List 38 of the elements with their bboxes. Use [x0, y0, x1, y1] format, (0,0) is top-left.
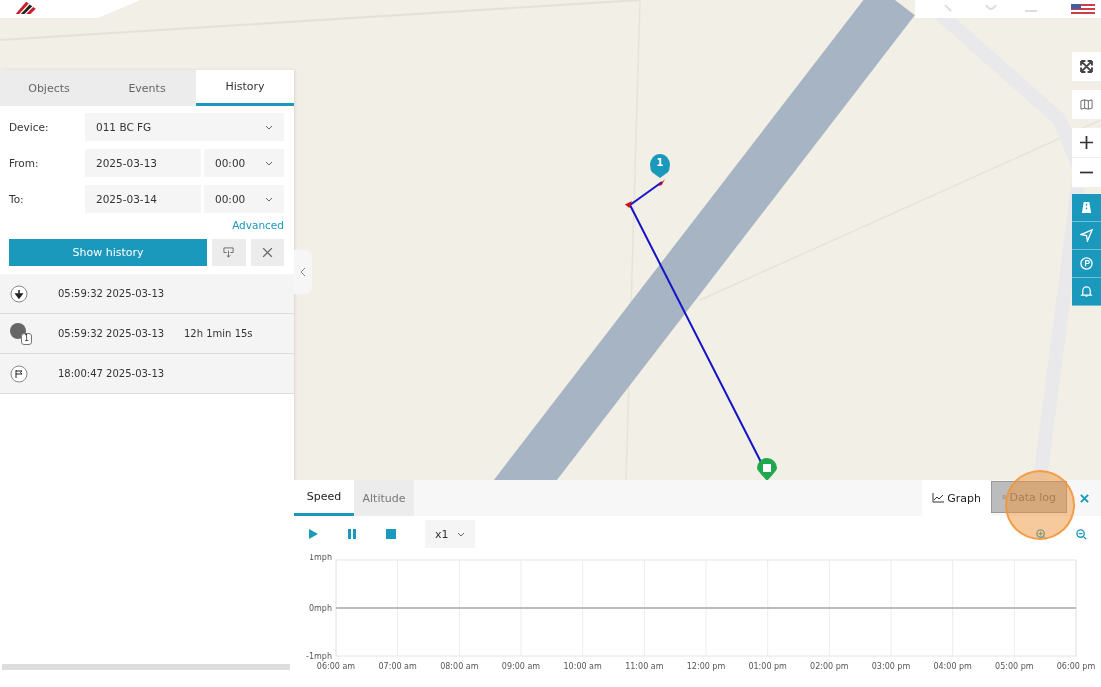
history-event-row[interactable]: 1 05:59:32 2025-03-13 12h 1min 15s — [0, 314, 294, 354]
field-label: From: — [9, 157, 40, 169]
field-label: To: — [9, 193, 25, 205]
event-time: 18:00:47 2025-03-13 — [58, 368, 166, 379]
x-axis-label: 07:00 am — [378, 662, 417, 671]
x-axis-label: 09:00 am — [501, 662, 541, 671]
x-axis-label: 06:00 am — [316, 662, 356, 671]
x-axis-label: 04:00 pm — [933, 662, 972, 671]
y-axis-label: 1mph — [308, 554, 332, 562]
date-field[interactable]: 2025-03-14 — [85, 185, 201, 213]
x-axis-label: 03:00 pm — [871, 662, 911, 671]
x-axis-label: 06:00 pm — [1056, 662, 1096, 671]
x-axis-label: 08:00 am — [440, 662, 479, 671]
x-axis-label: 10:00 am — [563, 662, 602, 671]
event-time: 05:59:32 2025-03-13 — [58, 328, 166, 339]
history-event-row[interactable]: 18:00:47 2025-03-13 — [0, 354, 294, 394]
view-toggle[interactable]: Graph — [922, 480, 991, 516]
y-axis-label: 0mph — [308, 604, 332, 613]
history-event-row[interactable]: 05:59:32 2025-03-13 — [0, 274, 294, 314]
sidebar-tab[interactable]: Events — [98, 70, 196, 106]
sidebar-tab[interactable]: Objects — [0, 70, 98, 106]
x-axis-label: 12:00 pm — [686, 662, 726, 671]
time-select[interactable]: 00:00 — [204, 149, 284, 177]
date-field[interactable]: 2025-03-13 — [85, 149, 201, 177]
x-axis-label: 01:00 pm — [748, 662, 787, 671]
time-select[interactable]: 00:00 — [204, 185, 284, 213]
chart-tab[interactable]: Altitude — [354, 480, 414, 516]
speed-select[interactable]: x1 — [425, 520, 475, 548]
device-select[interactable]: 011 BC FG — [85, 113, 284, 141]
y-axis-label: -1mph — [306, 652, 332, 661]
x-axis-label: 02:00 pm — [810, 662, 849, 671]
sidebar-tab[interactable]: History — [196, 70, 294, 106]
x-axis-label: 11:00 am — [625, 662, 664, 671]
event-time: 05:59:32 2025-03-13 — [58, 288, 166, 299]
event-duration: 12h 1min 15s — [184, 328, 253, 339]
chart-tab[interactable]: Speed — [294, 480, 354, 516]
x-axis-label: 05:00 pm — [995, 662, 1034, 671]
field-label: Device: — [9, 121, 50, 133]
